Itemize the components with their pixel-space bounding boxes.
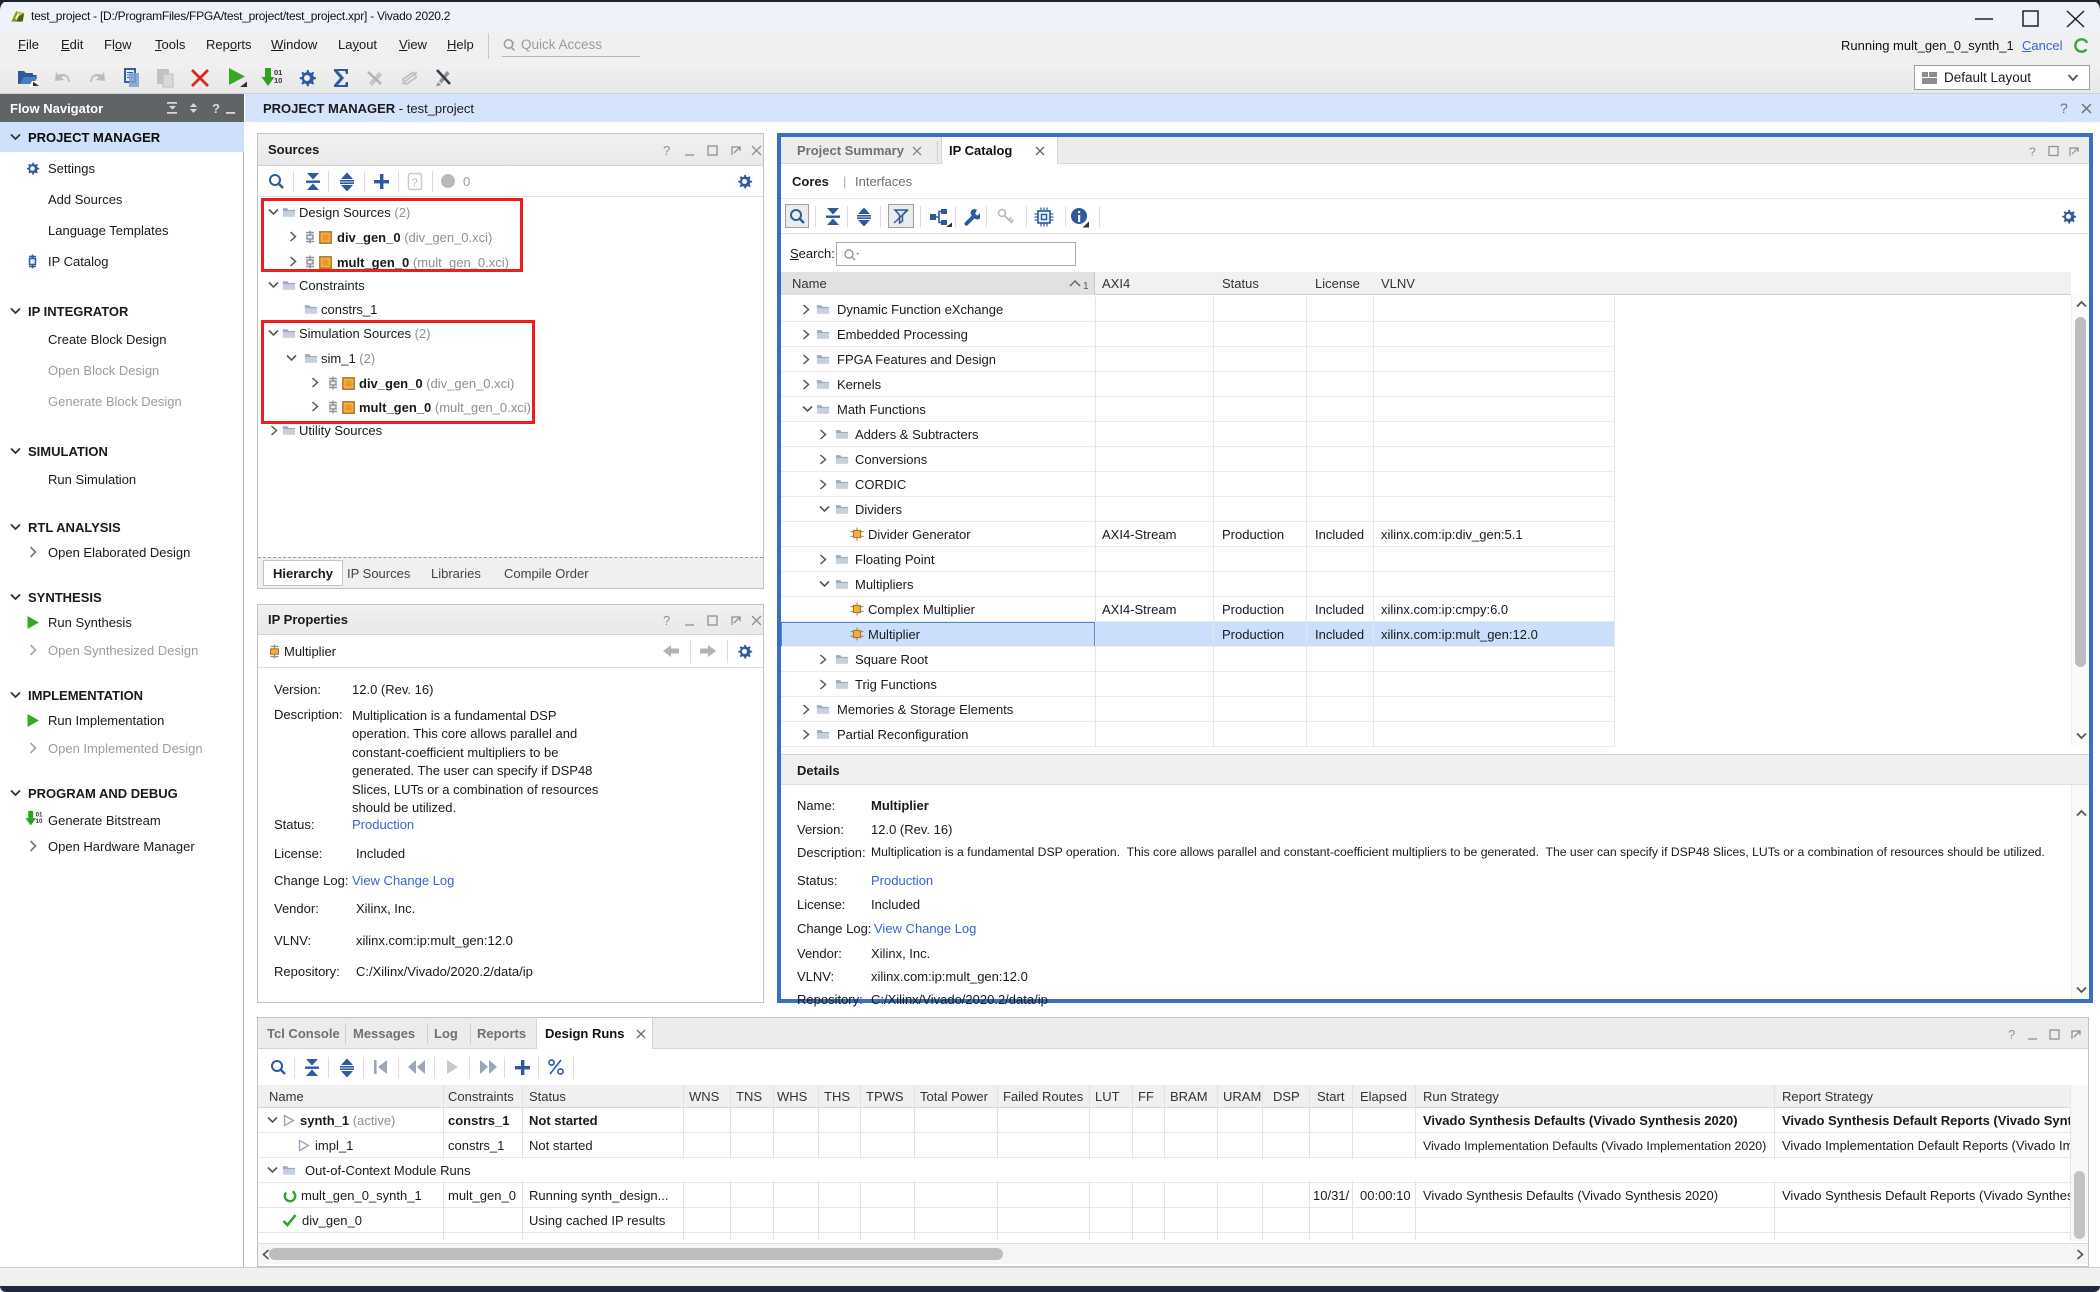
svg-text:?: ? xyxy=(663,613,670,627)
svg-text:?: ? xyxy=(663,143,670,157)
svg-text:10: 10 xyxy=(36,818,43,825)
svg-text:?: ? xyxy=(2008,1027,2015,1041)
svg-text:?: ? xyxy=(412,177,418,189)
svg-text:?: ? xyxy=(212,101,220,115)
svg-text:10: 10 xyxy=(274,76,282,85)
